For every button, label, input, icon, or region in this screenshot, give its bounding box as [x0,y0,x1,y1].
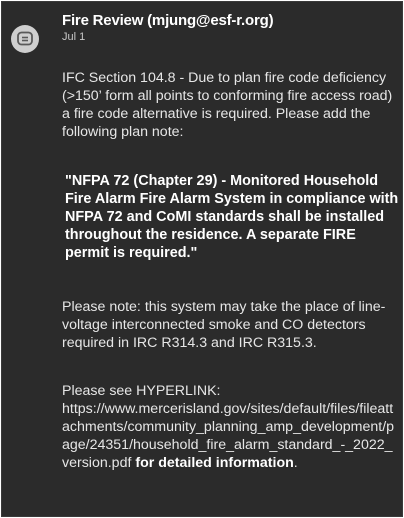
avatar [11,25,39,53]
plan-note-quote: "NFPA 72 (Chapter 29) - Monitored Househ… [65,173,399,261]
comment-card: Fire Review (mjung@esf-r.org) Jul 1 IFC … [1,1,403,517]
comment-intro: IFC Section 104.8 - Due to plan fire cod… [62,70,393,140]
hyperlink-prefix: Please see HYPERLINK: [62,383,221,399]
comment-note: Please note: this system may take the pl… [62,299,386,351]
comment-author: Fire Review (mjung@esf-r.org) [62,12,274,29]
hyperlink-end: . [293,455,298,471]
hyperlink-block: Please see HYPERLINK: https://www.mercer… [62,382,398,472]
hyperlink-suffix: for detailed information [131,455,294,471]
comment-date: Jul 1 [62,31,86,43]
comment-bubble-icon [17,31,33,46]
